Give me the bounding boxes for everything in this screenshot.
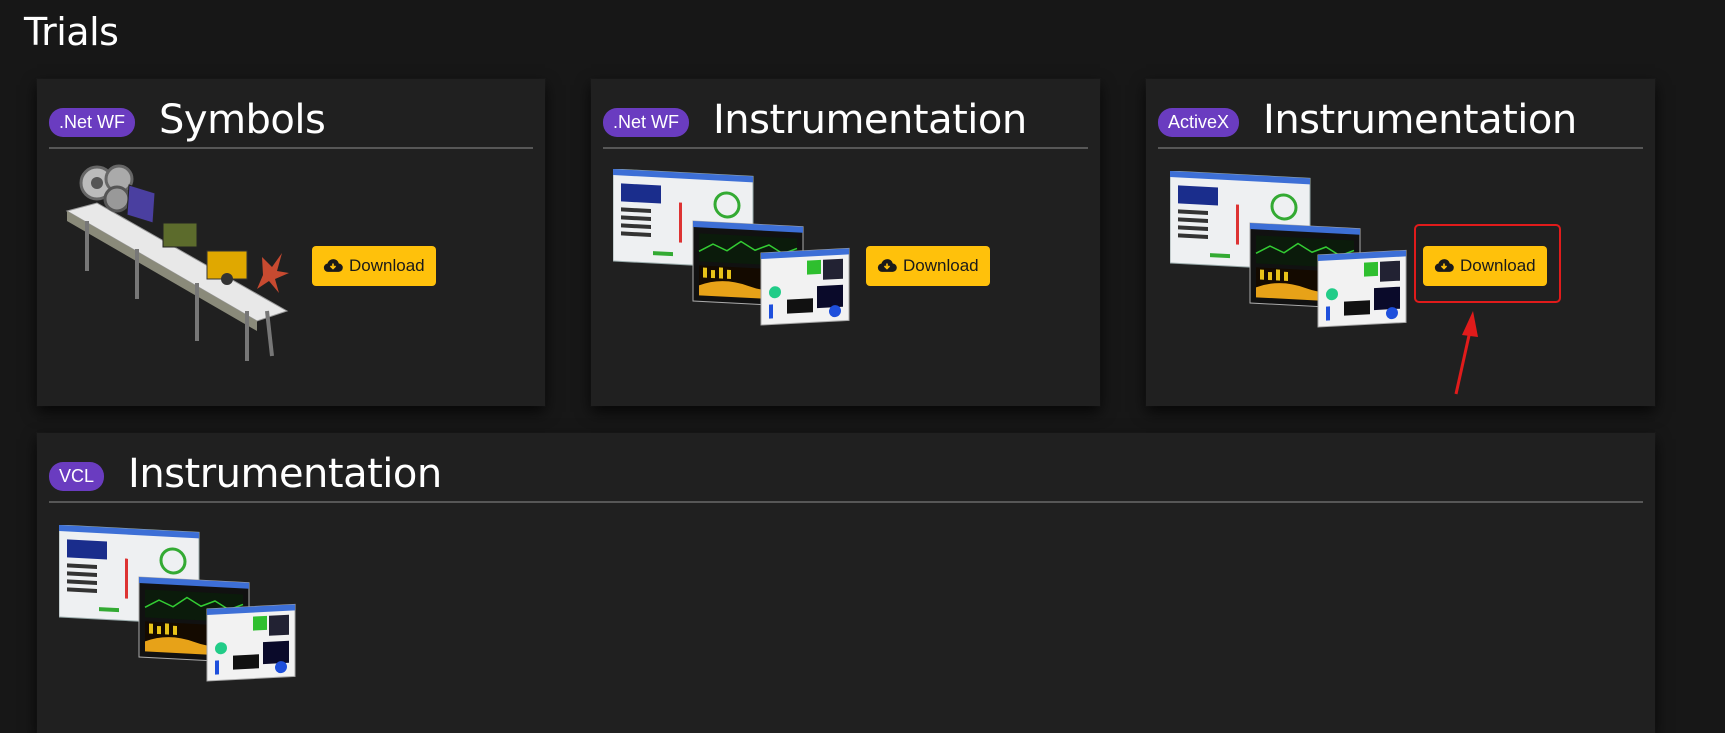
download-button[interactable]: Download (312, 246, 436, 286)
cloud-download-icon (1434, 259, 1454, 272)
card-header: .Net WF Symbols (49, 93, 533, 149)
card-title[interactable]: Symbols (159, 97, 326, 143)
instrumentation-screenshots-image[interactable] (59, 525, 309, 695)
card-title[interactable]: Instrumentation (128, 451, 442, 497)
card-title[interactable]: Instrumentation (713, 97, 1027, 143)
platform-badge: VCL (49, 461, 105, 491)
card-netwf-instrumentation: .Net WF Instrumentation Download (591, 79, 1100, 406)
download-button[interactable]: Download (866, 246, 990, 286)
download-button-label: Download (903, 256, 979, 275)
download-button[interactable]: Download (1423, 246, 1547, 286)
cloud-download-icon (323, 259, 343, 272)
platform-badge: .Net WF (603, 107, 689, 137)
card-header: VCL Instrumentation (49, 447, 1643, 503)
download-button-label: Download (349, 256, 425, 275)
red-arrow-annotation-icon (1454, 311, 1478, 395)
download-button-label: Download (1460, 256, 1536, 275)
instrumentation-screenshots-image[interactable] (613, 169, 863, 339)
platform-badge: ActiveX (1158, 107, 1240, 137)
card-header: .Net WF Instrumentation (603, 93, 1088, 149)
conveyor-symbols-image[interactable] (57, 161, 337, 371)
card-vcl-instrumentation: VCL Instrumentation (37, 433, 1655, 733)
card-title[interactable]: Instrumentation (1263, 97, 1577, 143)
platform-badge: .Net WF (49, 107, 135, 137)
card-netwf-symbols: .Net WF Symbols Download (37, 79, 545, 406)
page-title: Trials (24, 10, 119, 54)
card-activex-instrumentation: ActiveX Instrumentation Download (1146, 79, 1655, 406)
cloud-download-icon (877, 259, 897, 272)
card-header: ActiveX Instrumentation (1158, 93, 1643, 149)
instrumentation-screenshots-image[interactable] (1170, 171, 1420, 341)
